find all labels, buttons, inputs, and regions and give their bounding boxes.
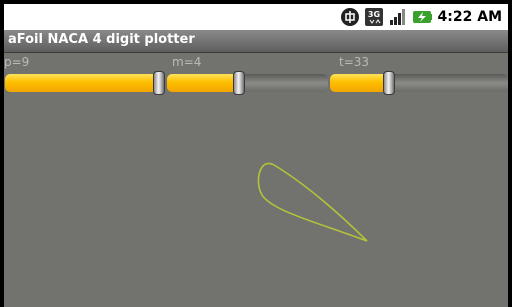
chinese-input-icon (340, 7, 360, 27)
network-type-label: 3G (367, 10, 379, 19)
3g-data-icon: 3G (364, 7, 384, 27)
app-title: aFoil NACA 4 digit plotter (8, 32, 195, 47)
airfoil-plot (257, 162, 368, 242)
plot-area: p=9 m=4 t=33 (4, 53, 508, 307)
device-frame: 3G 4:22 AM aFoil NACA 4 digit plotter p=… (0, 0, 512, 307)
battery-charging-icon (412, 7, 432, 27)
signal-strength-icon (388, 7, 408, 27)
status-bar: 3G 4:22 AM (4, 4, 508, 30)
status-clock: 4:22 AM (437, 9, 502, 25)
airfoil-curve (257, 162, 368, 242)
app-title-bar: aFoil NACA 4 digit plotter (4, 30, 508, 53)
